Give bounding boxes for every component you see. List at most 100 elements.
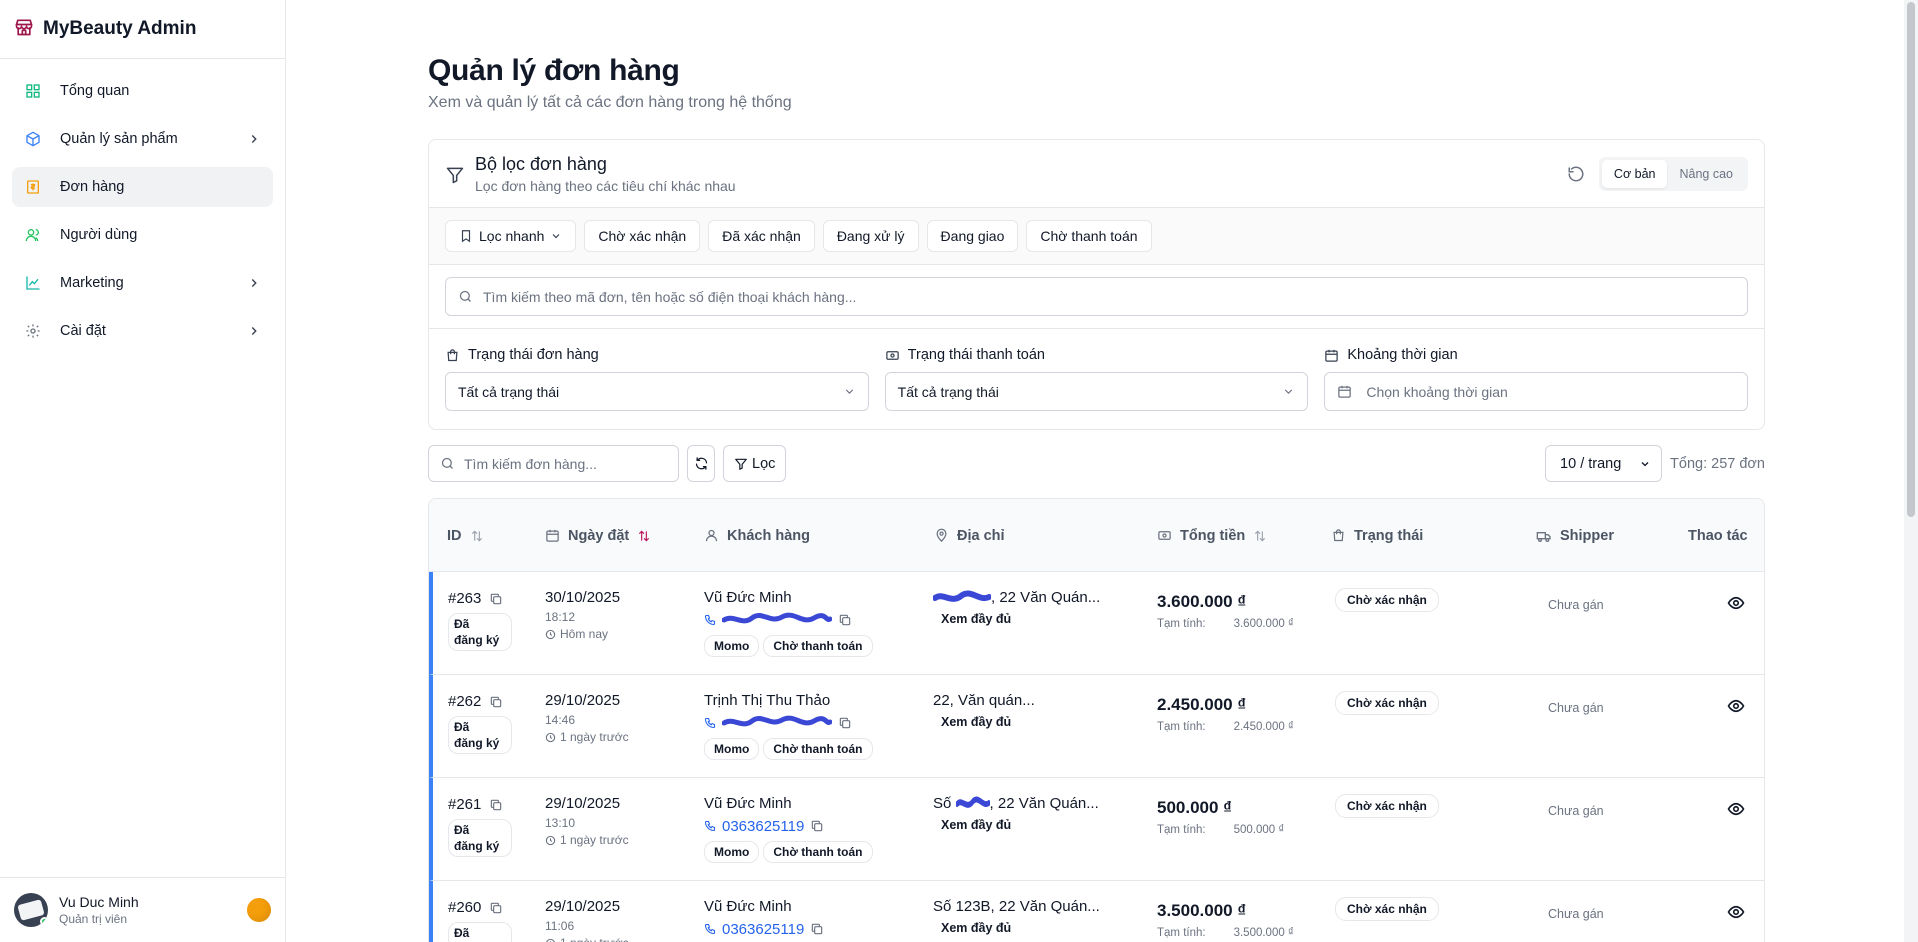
search-icon (459, 290, 471, 302)
user-profile[interactable]: Vu Duc Minh Quản trị viên (0, 877, 285, 942)
scrollbar-thumb[interactable] (1907, 2, 1915, 517)
quick-chip-list: Chờ xác nhận Đã xác nhận Đang xử lý Đang gi… (584, 220, 1152, 252)
payment-status-filter: Trạng thái thanh toán Tất cả trạng thái (884, 347, 1309, 411)
order-relative-time: 1 ngày trước (560, 833, 629, 847)
subtotal-label: Tạm tính: (1157, 721, 1206, 733)
column-date[interactable]: Ngày đặt (545, 499, 651, 572)
address-text: Số 123B, 22 Văn Quán... (933, 898, 1100, 915)
payment-status-badge: Chờ thanh toán (763, 738, 873, 760)
view-order-icon[interactable] (1727, 800, 1745, 818)
shipper-value: Chưa gán (1548, 804, 1604, 818)
phone-icon (704, 820, 716, 832)
sidebar-item-2[interactable]: Đơn hàng (12, 167, 273, 207)
theme-toggle-button[interactable] (247, 898, 271, 922)
brand-title: MyBeauty Admin (43, 18, 197, 39)
quick-filter-chip[interactable]: Đã xác nhận (708, 220, 815, 252)
user-name: Vu Duc Minh (59, 894, 139, 910)
app: MyBeauty Admin Tổng quan Quản lý sản phẩ… (0, 0, 1918, 942)
quick-filter-chip[interactable]: Đang giao (926, 220, 1019, 252)
page-title: Quản lý đơn hàng (428, 54, 680, 87)
quick-filter-chip[interactable]: Chờ thanh toán (1026, 220, 1152, 252)
brand[interactable]: MyBeauty Admin (0, 0, 285, 59)
customer-phone[interactable] (704, 610, 873, 630)
orders-table: ID Ngày đặt Khách hàng Địa chỉ Tổng tiền… (428, 498, 1765, 942)
sidebar-item-4[interactable]: Marketing (12, 263, 273, 303)
customer-phone[interactable]: 0363625119 (704, 919, 873, 939)
view-full-address-link[interactable]: Xem đầy đủ (941, 612, 1100, 626)
sidebar-item-3[interactable]: Người dùng (12, 215, 273, 255)
quick-filter-chip[interactable]: Chờ xác nhận (584, 220, 701, 252)
copy-icon[interactable] (489, 592, 503, 606)
date-range-picker[interactable]: Chọn khoảng thời gian (1324, 372, 1749, 411)
copy-icon[interactable] (810, 819, 824, 833)
sidebar: MyBeauty Admin Tổng quan Quản lý sản phẩ… (0, 0, 286, 942)
clock-icon (545, 938, 556, 942)
table-body: #263 Đã đăng ký 30/10/2025 18:12 Hôm nay… (429, 572, 1764, 942)
mode-advanced-button[interactable]: Nâng cao (1667, 160, 1745, 188)
sidebar-item-0[interactable]: Tổng quan (12, 71, 273, 111)
view-order-icon[interactable] (1727, 594, 1745, 612)
quick-filter-dropdown[interactable]: Lọc nhanh (445, 220, 577, 252)
refresh-button[interactable] (687, 445, 715, 482)
column-total[interactable]: Tổng tiền (1157, 499, 1267, 572)
order-relative-time: 1 ngày trước (560, 730, 629, 744)
store-icon (14, 17, 34, 42)
date-range-label: Khoảng thời gian (1347, 347, 1458, 363)
subtotal-value: 3.600.000 ₫ (1233, 618, 1294, 630)
bookmark-icon (461, 230, 471, 243)
payment-status-select[interactable]: Tất cả trạng thái (884, 372, 1309, 411)
order-status-select[interactable]: Tất cả trạng thái (445, 372, 869, 411)
page-scrollbar[interactable] (1904, 0, 1918, 942)
view-order-icon[interactable] (1727, 697, 1745, 715)
page-size-select[interactable]: 10 / trang (1545, 445, 1663, 482)
column-actions: Thao tác (1688, 499, 1748, 572)
calendar-icon (1338, 385, 1352, 398)
order-search-input[interactable]: Tìm kiếm theo mã đơn, tên hoặc số điện t… (445, 277, 1748, 316)
package-icon (24, 130, 42, 148)
table-search-input[interactable]: Tìm kiếm đơn hàng... (428, 445, 679, 482)
copy-icon[interactable] (489, 798, 503, 812)
shipper-value: Chưa gán (1548, 598, 1604, 612)
copy-icon[interactable] (810, 922, 824, 936)
filter-button[interactable]: Lọc (723, 445, 787, 482)
sidebar-item-label: Quản lý sản phẩm (60, 131, 178, 147)
sidebar-item-5[interactable]: Cài đặt (12, 311, 273, 351)
column-id[interactable]: ID (447, 499, 484, 572)
sidebar-item-label: Đơn hàng (60, 179, 125, 195)
column-actions-label: Thao tác (1688, 527, 1748, 544)
copy-icon[interactable] (489, 695, 503, 709)
reset-filter-icon[interactable] (1567, 165, 1585, 183)
phone-number: 0363625119 (722, 920, 805, 938)
copy-icon[interactable] (838, 716, 852, 730)
view-order-icon[interactable] (1727, 903, 1745, 921)
quick-filter-chip[interactable]: Đang xử lý (822, 220, 919, 252)
view-full-address-link[interactable]: Xem đầy đủ (941, 715, 1035, 729)
order-amount: 3.600.000 ₫ (1157, 592, 1247, 611)
table-row[interactable]: #262 Đã đăng ký 29/10/2025 14:46 1 ngày … (429, 675, 1764, 778)
map-pin-icon (936, 528, 947, 543)
table-row[interactable]: #260 Đã đăng ký 29/10/2025 11:06 1 ngày … (429, 881, 1764, 942)
subtotal-value: 500.000 ₫ (1233, 824, 1285, 836)
payment-method-badge: Momo (704, 635, 760, 657)
mode-basic-button[interactable]: Cơ bản (1601, 159, 1668, 188)
view-full-address-link[interactable]: Xem đầy đủ (941, 921, 1100, 935)
redacted-scribble (955, 796, 990, 808)
sidebar-item-1[interactable]: Quản lý sản phẩm (12, 119, 273, 159)
order-status-label: Trạng thái đơn hàng (468, 347, 599, 363)
customer-phone[interactable] (704, 713, 873, 733)
shipper-value: Chưa gán (1548, 701, 1604, 715)
column-shipper-label: Shipper (1560, 527, 1614, 544)
copy-icon[interactable] (838, 613, 852, 627)
table-row[interactable]: #263 Đã đăng ký 30/10/2025 18:12 Hôm nay… (429, 572, 1764, 675)
column-shipper: Shipper (1536, 499, 1614, 572)
sidebar-item-label: Người dùng (60, 227, 138, 243)
view-full-address-link[interactable]: Xem đầy đủ (941, 818, 1099, 832)
table-row[interactable]: #261 Đã đăng ký 29/10/2025 13:10 1 ngày … (429, 778, 1764, 881)
copy-icon[interactable] (489, 901, 503, 915)
address-text: , 22 Văn Quán... (991, 589, 1101, 606)
order-time: 14:46 (545, 713, 576, 727)
customer-phone[interactable]: 0363625119 (704, 816, 873, 836)
order-relative-time: 1 ngày trước (560, 936, 629, 942)
banknote-icon (885, 350, 899, 360)
user-role: Quản trị viên (59, 912, 128, 926)
